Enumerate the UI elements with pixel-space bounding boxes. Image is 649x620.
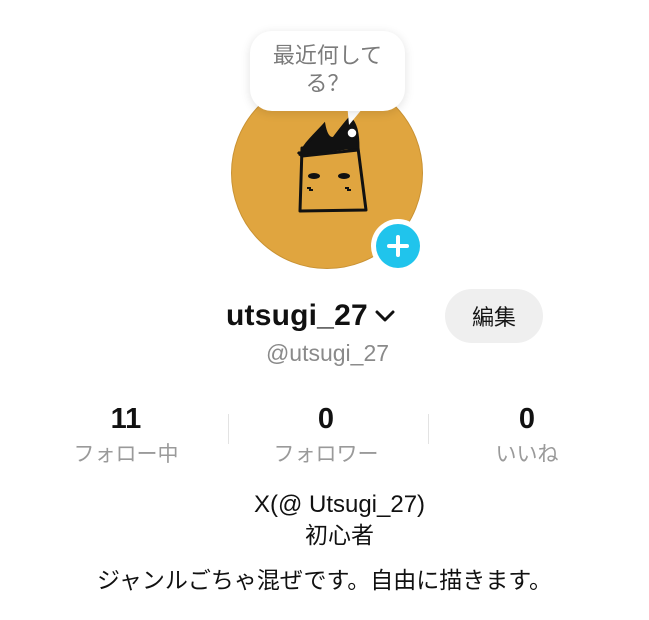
- status-bubble[interactable]: 最近何してる？: [250, 31, 405, 111]
- status-prompt-text: 最近何してる？: [272, 44, 383, 97]
- bio-line-2: 初心者: [305, 523, 374, 549]
- followers-count: 0: [317, 403, 335, 435]
- bio-line-3: ジャンルごちゃ混ぜです。自由に描きます。: [97, 568, 552, 594]
- username-switcher[interactable]: utsugi_27: [226, 291, 396, 341]
- stat-likes[interactable]: 0 いいね: [447, 402, 607, 468]
- profile-page: 最近何してる？ utsugi_27 編集 @utsugi_27 11 フォロー中…: [0, 0, 649, 620]
- stat-followers[interactable]: 0 フォロワー: [246, 402, 406, 468]
- plus-icon: [376, 224, 420, 268]
- chevron-down-icon: [375, 310, 395, 322]
- username: utsugi_27: [226, 299, 368, 332]
- followers-label: フォロワー: [273, 442, 379, 466]
- following-label: フォロー中: [73, 442, 179, 466]
- add-story-button[interactable]: [371, 219, 425, 273]
- following-count: 11: [110, 403, 142, 435]
- user-handle: @utsugi_27: [265, 340, 390, 366]
- stat-divider: [228, 414, 229, 444]
- likes-count: 0: [518, 403, 536, 435]
- stat-following[interactable]: 11 フォロー中: [46, 402, 206, 468]
- stat-divider: [428, 414, 429, 444]
- edit-profile-button[interactable]: 編集: [445, 289, 543, 343]
- bio-line-1: X(@ Utsugi_27): [253, 491, 426, 518]
- likes-label: いいね: [495, 442, 559, 466]
